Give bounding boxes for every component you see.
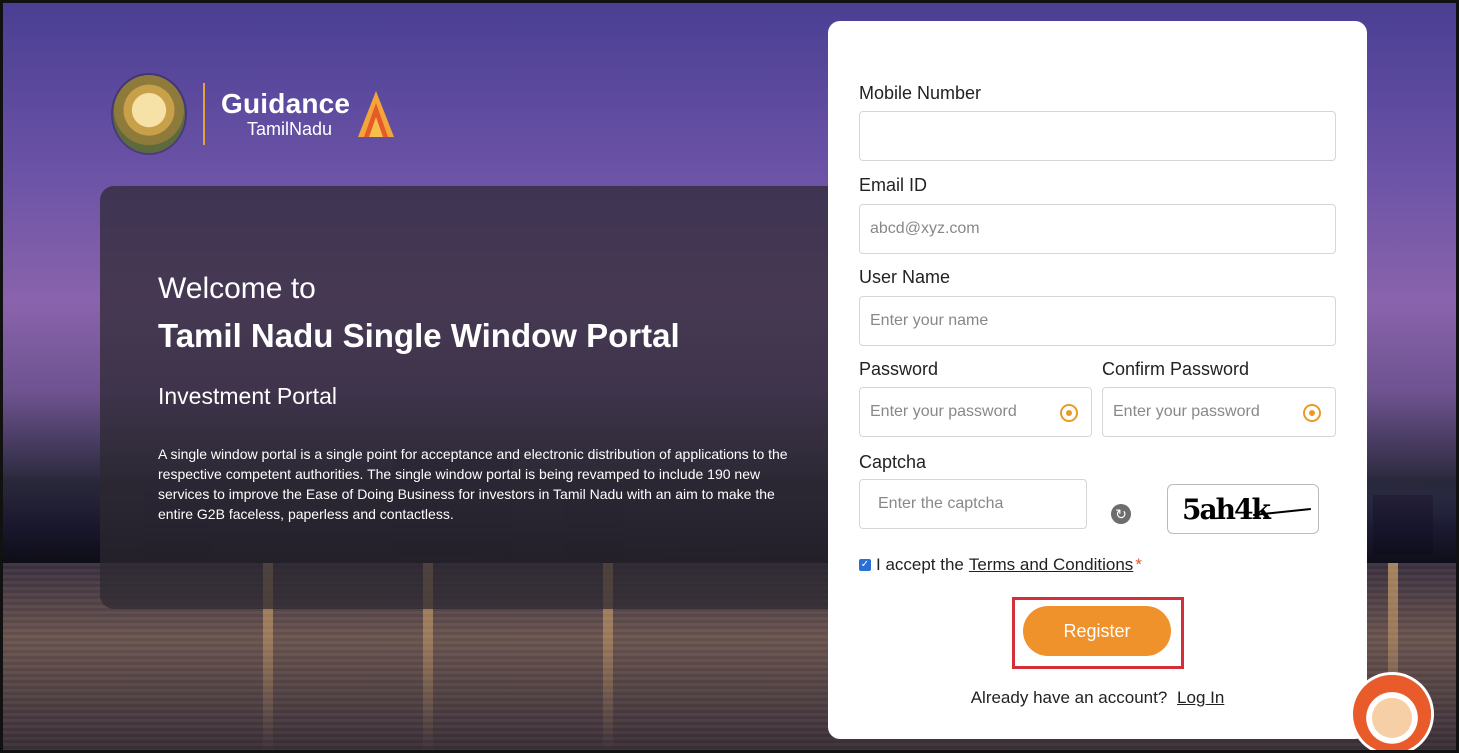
portal-description: A single window portal is a single point… (158, 446, 788, 522)
register-button[interactable]: Register (1023, 606, 1171, 656)
mobile-label: Mobile Number (859, 83, 982, 103)
password-input[interactable] (859, 387, 1092, 437)
captcha-label: Captcha (859, 452, 927, 472)
logo-guidance-text: Guidance (221, 88, 351, 119)
guidance-logo[interactable]: Guidance TamilNadu (113, 75, 396, 153)
email-input[interactable] (859, 204, 1336, 254)
password-label: Password (859, 359, 939, 379)
confirm-password-label: Confirm Password (1102, 359, 1250, 379)
guidance-chevron-logo-icon (358, 91, 395, 137)
tn-government-seal-icon (113, 75, 185, 153)
terms-prefix: I accept the (876, 555, 964, 574)
logo-divider (203, 83, 205, 145)
login-row: Already have an account? Log In (828, 688, 1367, 708)
confirm-password-input[interactable] (1102, 387, 1336, 437)
username-label: User Name (859, 267, 951, 287)
terms-checkbox[interactable]: ✓ (859, 559, 871, 571)
assistant-avatar-icon[interactable] (1353, 675, 1431, 750)
logo-tamilnadu-text: TamilNadu (247, 119, 333, 139)
refresh-icon[interactable]: ↻ (1111, 504, 1131, 524)
username-input[interactable] (859, 296, 1336, 346)
required-mark: * (1135, 555, 1142, 574)
portal-title: Tamil Nadu Single Window Portal (158, 317, 680, 354)
welcome-panel: Welcome to Tamil Nadu Single Window Port… (100, 186, 860, 609)
portal-subtitle: Investment Portal (158, 383, 337, 409)
terms-row: ✓ I accept the Terms and Conditions * (859, 555, 1142, 575)
captcha-text: 5ah4k (1182, 492, 1271, 526)
eye-icon[interactable] (1303, 404, 1321, 422)
captcha-input[interactable] (859, 479, 1087, 529)
login-link[interactable]: Log In (1177, 688, 1224, 707)
welcome-heading: Welcome to (158, 272, 316, 305)
terms-link[interactable]: Terms and Conditions (969, 555, 1133, 575)
email-label: Email ID (859, 175, 928, 195)
mobile-input[interactable] (859, 111, 1336, 161)
eye-icon[interactable] (1060, 404, 1078, 422)
login-prompt: Already have an account? (970, 688, 1168, 707)
registration-form: Mobile Number Email ID User Name Passwor… (828, 21, 1367, 739)
page-frame: Guidance TamilNadu Welcome to Tamil Nadu… (0, 0, 1459, 753)
